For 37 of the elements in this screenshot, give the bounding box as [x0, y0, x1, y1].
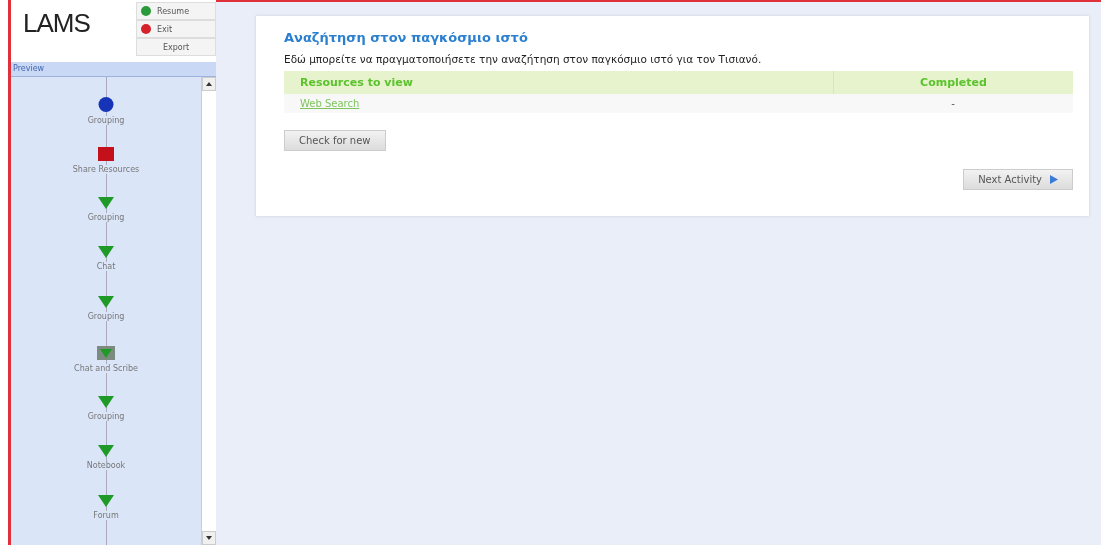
export-button[interactable]: Export	[136, 38, 216, 56]
preview-header: Preview	[11, 62, 216, 77]
check-for-new-button[interactable]: Check for new	[284, 130, 386, 151]
resume-button[interactable]: Resume	[136, 2, 216, 20]
activity-title: Αναζήτηση στον παγκόσμιο ιστό	[284, 30, 529, 45]
triangle-icon	[98, 495, 114, 508]
triangle-icon	[98, 196, 114, 209]
activity-label[interactable]: Grouping	[87, 312, 125, 322]
activity-label[interactable]: Grouping	[87, 116, 125, 125]
boxed-triangle-icon	[97, 345, 115, 360]
activity-label[interactable]: Chat	[96, 262, 116, 272]
resource-link[interactable]: Web Search	[300, 98, 360, 109]
triangle-icon	[98, 246, 114, 259]
next-activity-button[interactable]: Next Activity	[963, 169, 1073, 190]
scroll-down-icon[interactable]	[206, 536, 212, 540]
activity-label[interactable]: Grouping	[87, 212, 125, 222]
scroll-up-icon[interactable]	[206, 82, 212, 86]
activity-label[interactable]: Grouping	[87, 411, 125, 421]
activity-label[interactable]: Share Resources	[72, 164, 140, 174]
triangle-icon	[98, 395, 114, 408]
scrollbar[interactable]	[201, 77, 216, 545]
triangle-icon	[98, 296, 114, 309]
logo: LAMS	[22, 7, 90, 40]
status-dot-icon	[141, 24, 151, 34]
column-header: Resources to view	[284, 71, 833, 94]
column-header: Completed	[833, 71, 1073, 94]
play-icon	[1050, 175, 1058, 184]
square-icon	[98, 146, 114, 161]
activity-label[interactable]: Notebook	[86, 461, 126, 471]
table-cell: -	[951, 98, 955, 109]
exit-button[interactable]: Exit	[136, 20, 216, 38]
circle-icon	[98, 97, 114, 112]
activity-label[interactable]: Forum	[93, 511, 119, 521]
triangle-icon	[98, 445, 114, 458]
status-dot-icon	[141, 6, 151, 16]
activity-label[interactable]: Chat and Scribe	[74, 363, 138, 373]
activity-description: Εδώ μπορείτε να πραγματοποιήσετε την αναζήτηση στον παγκόσμιο ιστό για τον Τισιανό.	[284, 53, 763, 65]
